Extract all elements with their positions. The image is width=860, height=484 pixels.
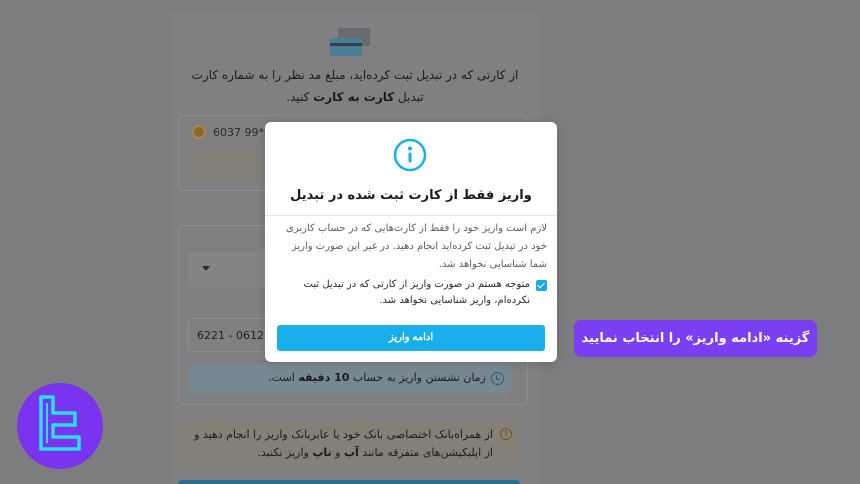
confirm-checkbox-row[interactable]: متوجه هستم در صورت واریز از کارتی که در … bbox=[277, 277, 547, 309]
bank-logo-icon bbox=[192, 125, 206, 139]
warning-part2: واریز نکنید. bbox=[257, 446, 309, 459]
modal-divider bbox=[265, 215, 557, 216]
warning-text: از همراه‌بانک اختصاصی بانک خود یا عابربا… bbox=[185, 426, 493, 462]
chevron-down-icon bbox=[202, 266, 210, 271]
warning-and: و bbox=[335, 446, 341, 459]
time-notice-text: زمان نشستن واریز به حساب 10 دقیقه است. bbox=[200, 371, 486, 384]
bottom-submit-button[interactable] bbox=[178, 480, 520, 484]
card-front-shape bbox=[330, 38, 362, 56]
confirm-checkbox-label: متوجه هستم در صورت واریز از کارتی که در … bbox=[303, 279, 530, 306]
warning-bold1: آپ bbox=[343, 446, 359, 459]
modal-title: واریز فقط از کارت ثبت شده در تبدیل bbox=[290, 188, 532, 203]
time-bold: 10 دقیقه bbox=[298, 371, 350, 384]
continue-deposit-button[interactable]: ادامه واریز bbox=[277, 325, 545, 351]
brand-logo-icon bbox=[39, 395, 81, 451]
warning-icon: ! bbox=[500, 428, 512, 440]
instruction-tooltip: گزینه «ادامه واریز» را انتخاب نمایید bbox=[574, 320, 817, 357]
warning-bold2: تاپ bbox=[312, 446, 332, 459]
time-suffix: است. bbox=[268, 371, 295, 384]
time-prefix: زمان نشستن واریز به حساب bbox=[352, 371, 486, 384]
clock-icon bbox=[491, 372, 504, 385]
intro-text: از کارتی که در تبدیل ثبت کرده‌اید، مبلغ … bbox=[180, 64, 530, 108]
cards-illustration bbox=[330, 28, 370, 58]
modal-body-text: لازم است واریز خود را فقط از کارت‌هایی ک… bbox=[286, 223, 547, 270]
brand-logo bbox=[17, 383, 103, 469]
intro-text-part2: کنید. bbox=[286, 90, 310, 104]
info-icon bbox=[393, 138, 427, 172]
deposit-warning-modal: واریز فقط از کارت ثبت شده در تبدیل لازم … bbox=[265, 122, 557, 362]
confirm-checkbox[interactable] bbox=[536, 280, 547, 291]
intro-text-bold: کارت به کارت bbox=[313, 90, 395, 104]
